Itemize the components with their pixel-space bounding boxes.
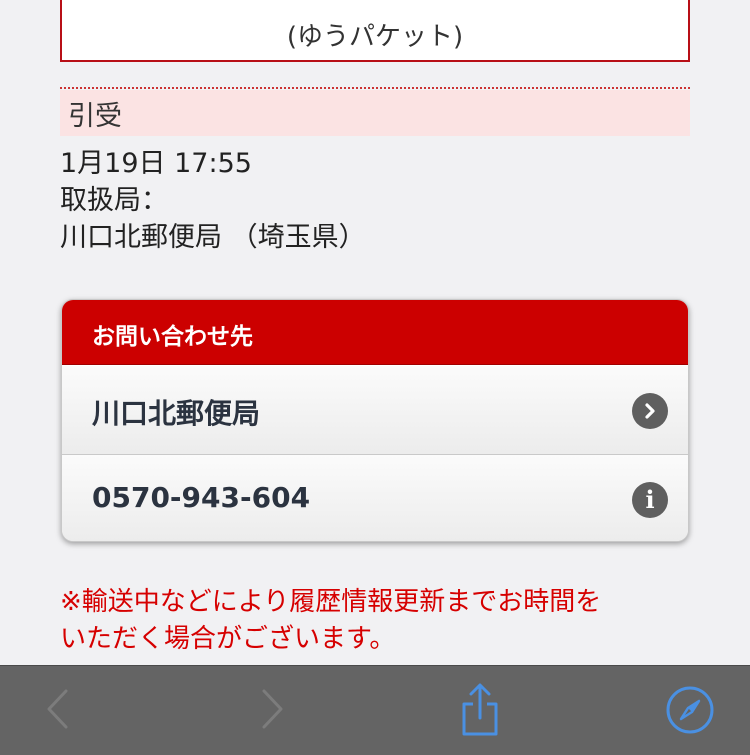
chevron-right-icon [632,393,668,429]
contact-title: お問い合わせ先 [92,324,253,350]
contact-card: お問い合わせ先 川口北郵便局 0570-943-604 i [61,299,689,542]
back-icon [47,689,68,729]
section-divider [60,87,690,89]
notice-line: いただく場合がございます。 [60,624,396,654]
forward-icon [262,689,283,729]
status-row: 引受 [60,90,690,136]
safari-compass-button[interactable] [662,684,718,736]
service-type-box: (ゆうパケット) [60,0,690,62]
share-button[interactable] [452,680,508,740]
info-icon: i [632,482,668,518]
contact-office-link[interactable]: 川口北郵便局 [62,365,688,454]
status-datetime: 1月19日 17:55 [60,148,252,179]
back-button[interactable] [36,686,80,732]
service-type-label: (ゆうパケット) [286,22,464,52]
contact-phone-link[interactable]: 0570-943-604 i [62,454,688,541]
notice-line: ※輸送中などにより履歴情報更新までお時間を [60,587,602,617]
status-label: 引受 [68,101,122,132]
browser-toolbar [0,665,750,755]
office-label: 取扱局： [60,185,168,216]
notice-text: ※輸送中などにより履歴情報更新までお時間を いただく場合がございます。 [60,584,710,658]
share-icon [462,683,498,736]
contact-office-label: 川口北郵便局 [92,397,261,430]
compass-icon [666,686,714,734]
contact-phone-label: 0570-943-604 [92,481,311,514]
forward-button[interactable] [250,686,294,732]
contact-header: お問い合わせ先 [62,300,688,365]
status-details: 1月19日 17:55 取扱局： 川口北郵便局 （埼玉県） [60,145,366,256]
office-name: 川口北郵便局 （埼玉県） [60,222,366,253]
